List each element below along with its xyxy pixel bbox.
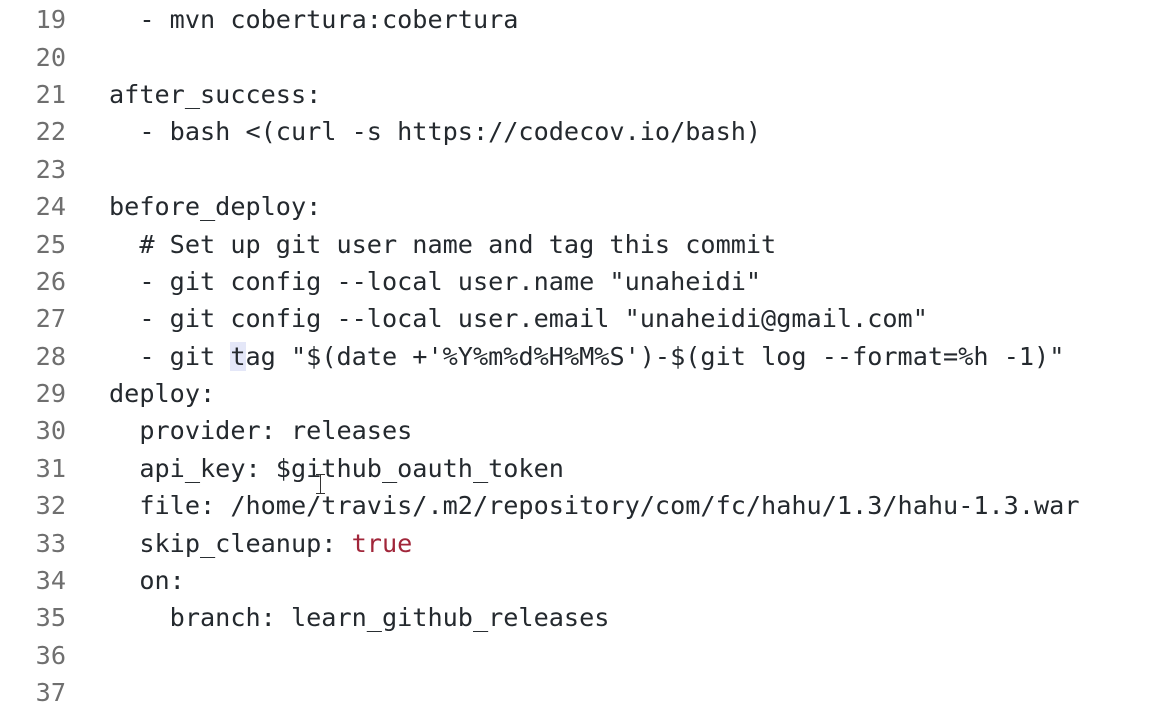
line-number: 32	[35, 491, 66, 521]
line-text: after_success:	[109, 79, 322, 109]
line-number: 22	[35, 117, 66, 147]
code-line-29[interactable]: 29 deploy:	[0, 375, 1080, 412]
text-cursor-bottom	[316, 493, 325, 494]
line-number: 19	[35, 5, 66, 35]
line-number: 33	[35, 528, 66, 558]
code-line-27[interactable]: 27 - git config --local user.email "unah…	[0, 300, 1080, 337]
line-number: 28	[35, 341, 66, 371]
code-editor[interactable]: 19 - mvn cobertura:cobertura 20 21 after…	[0, 0, 1173, 706]
line-number: 26	[35, 266, 66, 296]
line-number: 24	[35, 192, 66, 222]
code-line-28[interactable]: 28 - git tag "$(date +'%Y%m%d%H%M%S')-$(…	[0, 338, 1080, 375]
line-text: - bash <(curl -s https://codecov.io/bash…	[109, 117, 762, 147]
line-number: 21	[35, 79, 66, 109]
line-text: - mvn cobertura:cobertura	[109, 5, 519, 35]
line-text: provider: releases	[109, 416, 413, 446]
code-line-32[interactable]: 32 file: /home/travis/.m2/repository/com…	[0, 487, 1080, 524]
code-line-26[interactable]: 26 - git config --local user.name "unahe…	[0, 263, 1080, 300]
text-cursor-icon	[316, 473, 325, 495]
code-line-31[interactable]: 31 api_key: $github_oauth_token	[0, 450, 1080, 487]
line-number: 27	[35, 304, 66, 334]
line-text-segment: - git	[109, 341, 231, 371]
line-number: 37	[35, 678, 66, 706]
code-line-20[interactable]: 20	[0, 38, 1080, 75]
code-line-25[interactable]: 25 # Set up git user name and tag this c…	[0, 225, 1080, 262]
code-line-33[interactable]: 33 skip_cleanup: true	[0, 524, 1080, 561]
line-number: 30	[35, 416, 66, 446]
line-text-segment: skip_cleanup:	[109, 528, 352, 558]
code-line-35[interactable]: 35 branch: learn_github_releases	[0, 599, 1080, 636]
code-line-21[interactable]: 21 after_success:	[0, 76, 1080, 113]
line-text: skip_cleanup: true	[66, 529, 412, 558]
code-line-24[interactable]: 24 before_deploy:	[0, 188, 1080, 225]
line-number: 29	[35, 379, 66, 409]
line-text: - git tag "$(date +'%Y%m%d%H%M%S')-$(git…	[66, 341, 1065, 371]
code-line-37[interactable]: 37	[0, 674, 1080, 706]
line-number: 25	[35, 229, 66, 259]
code-line-34[interactable]: 34 on:	[0, 562, 1080, 599]
line-text: on:	[109, 566, 185, 596]
code-line-22[interactable]: 22 - bash <(curl -s https://codecov.io/b…	[0, 113, 1080, 150]
line-text: - git config --local user.email "unaheid…	[109, 304, 928, 334]
line-number: 23	[35, 154, 66, 184]
line-number: 35	[35, 603, 66, 633]
code-lines: 19 - mvn cobertura:cobertura 20 21 after…	[0, 1, 1080, 706]
line-text: # Set up git user name and tag this comm…	[109, 229, 777, 259]
line-text: deploy:	[109, 379, 216, 409]
code-line-19[interactable]: 19 - mvn cobertura:cobertura	[0, 1, 1080, 38]
line-text: branch: learn_github_releases	[109, 603, 610, 633]
text-cursor-stem	[320, 475, 321, 493]
line-text-segment: ag "$(date +'%Y%m%d%H%M%S')-$(git log --…	[245, 341, 1065, 371]
line-text: api_key: $github_oauth_token	[109, 453, 564, 483]
cursor-highlight: t	[230, 341, 246, 371]
line-text: - git config --local user.name "unaheidi…	[109, 266, 762, 296]
code-line-36[interactable]: 36	[0, 637, 1080, 674]
line-number: 31	[35, 453, 66, 483]
line-text: before_deploy:	[109, 192, 322, 222]
boolean-literal: true	[351, 528, 413, 558]
line-number: 36	[35, 640, 66, 670]
line-number: 34	[35, 566, 66, 596]
line-text: file: /home/travis/.m2/repository/com/fc…	[109, 491, 1080, 521]
code-line-30[interactable]: 30 provider: releases	[0, 412, 1080, 449]
code-line-23[interactable]: 23	[0, 151, 1080, 188]
line-number: 20	[35, 42, 66, 72]
